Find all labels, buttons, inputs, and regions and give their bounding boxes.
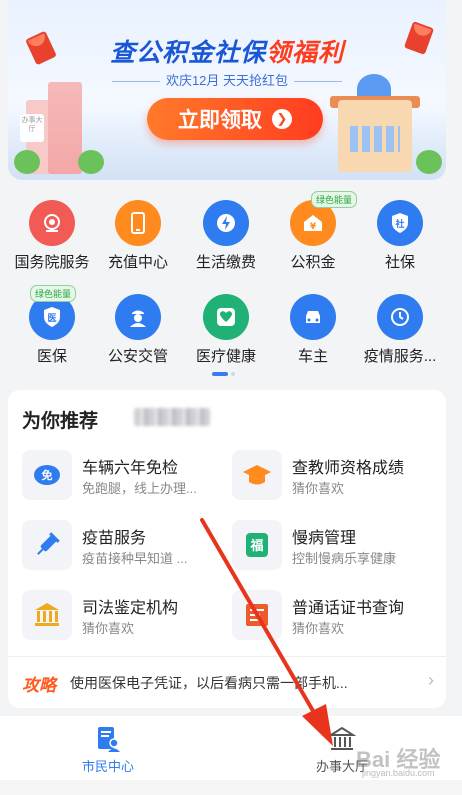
rec-item-chronic-disease[interactable]: 福 慢病管理 控制慢病乐享健康 [232,520,442,572]
service-medical-insurance[interactable]: 绿色能量 医 医保 [6,285,98,366]
lightning-icon [203,200,249,246]
certificate-icon [232,590,282,640]
exemption-icon: 免 [22,450,72,500]
tree-illustration [416,150,442,174]
history-icon [377,294,423,340]
svg-text:¥: ¥ [310,222,317,232]
chevron-right-icon: ❯ [272,109,292,129]
promo-banner[interactable]: 办事大厅 查公积金社保领福利 欢庆12月 天天抢红包 立即领取 ❯ [8,0,446,180]
page-indicator [212,372,235,376]
social-security-icon: 社 [377,200,423,246]
rec-item-judicial-appraisal[interactable]: 司法鉴定机构 猜你喜欢 [22,590,232,642]
service-medical-health[interactable]: 医疗健康 [180,294,272,366]
claim-now-button[interactable]: 立即领取 ❯ [147,98,323,140]
nav-citizen-center[interactable]: 市民中心 [48,724,168,775]
service-recharge[interactable]: 充值中心 [92,200,184,272]
tree-illustration [14,150,40,174]
blurred-location [134,408,210,426]
service-state-council[interactable]: 国务院服务 [6,200,98,272]
watermark-url: jingyan.baidu.com [362,768,435,778]
car-icon [290,294,336,340]
svg-text:社: 社 [394,218,404,230]
bottom-spacer [0,780,462,795]
guide-label: 攻略 [22,676,56,695]
graduation-cap-icon [232,450,282,500]
svg-text:医: 医 [47,313,56,324]
recommend-card: 为你推荐 免 车辆六年免检 免跑腿，线上办理... 查教师资格成绩 猜你喜欢 疫… [8,390,446,708]
svg-text:免: 免 [42,468,53,482]
service-social-security[interactable]: 社 社保 [354,200,446,272]
building-windows [350,126,400,152]
banner-subtitle: 欢庆12月 天天抢红包 [8,70,446,89]
section-title: 为你推荐 [22,411,99,432]
service-car-owner[interactable]: 车主 [267,294,359,366]
rec-item-mandarin-certificate[interactable]: 普通话证书查询 猜你喜欢 [232,590,442,642]
hall-sign: 办事大厅 [20,114,44,142]
service-utilities[interactable]: 生活缴费 [180,200,272,272]
service-housing-fund[interactable]: 绿色能量 ¥ 公积金 [267,191,359,272]
chevron-right-icon: › [428,670,434,690]
green-energy-badge: 绿色能量 [311,191,358,208]
rec-item-vehicle-exemption[interactable]: 免 车辆六年免检 免跑腿，线上办理... [22,450,232,502]
guide-text: 使用医保电子凭证，以后看病只需一部手机... [70,675,348,691]
green-energy-badge: 绿色能量 [30,285,77,302]
guide-tip[interactable]: 攻略 使用医保电子凭证，以后看病只需一部手机... › [8,656,446,708]
vaccine-icon [22,520,72,570]
rec-item-vaccine[interactable]: 疫苗服务 疫苗接种早知道 ... [22,520,232,572]
health-icon [203,294,249,340]
service-epidemic[interactable]: 疫情服务... [354,294,446,366]
phone-recharge-icon [115,200,161,246]
svg-text:福: 福 [249,538,263,554]
court-building-icon [22,590,72,640]
banner-title: 查公积金社保领福利 [109,39,345,67]
police-icon [115,294,161,340]
citizen-center-icon [48,724,168,754]
tree-illustration [78,150,104,174]
state-council-icon [29,200,75,246]
chronic-disease-icon: 福 [232,520,282,570]
service-grid: 国务院服务 充值中心 生活缴费 绿色能量 ¥ 公积金 社 社保 绿色能量 医 医… [0,186,462,380]
rec-item-teacher-qualification[interactable]: 查教师资格成绩 猜你喜欢 [232,450,442,502]
building-illustration [48,82,82,174]
service-traffic-police[interactable]: 公安交管 [92,294,184,366]
